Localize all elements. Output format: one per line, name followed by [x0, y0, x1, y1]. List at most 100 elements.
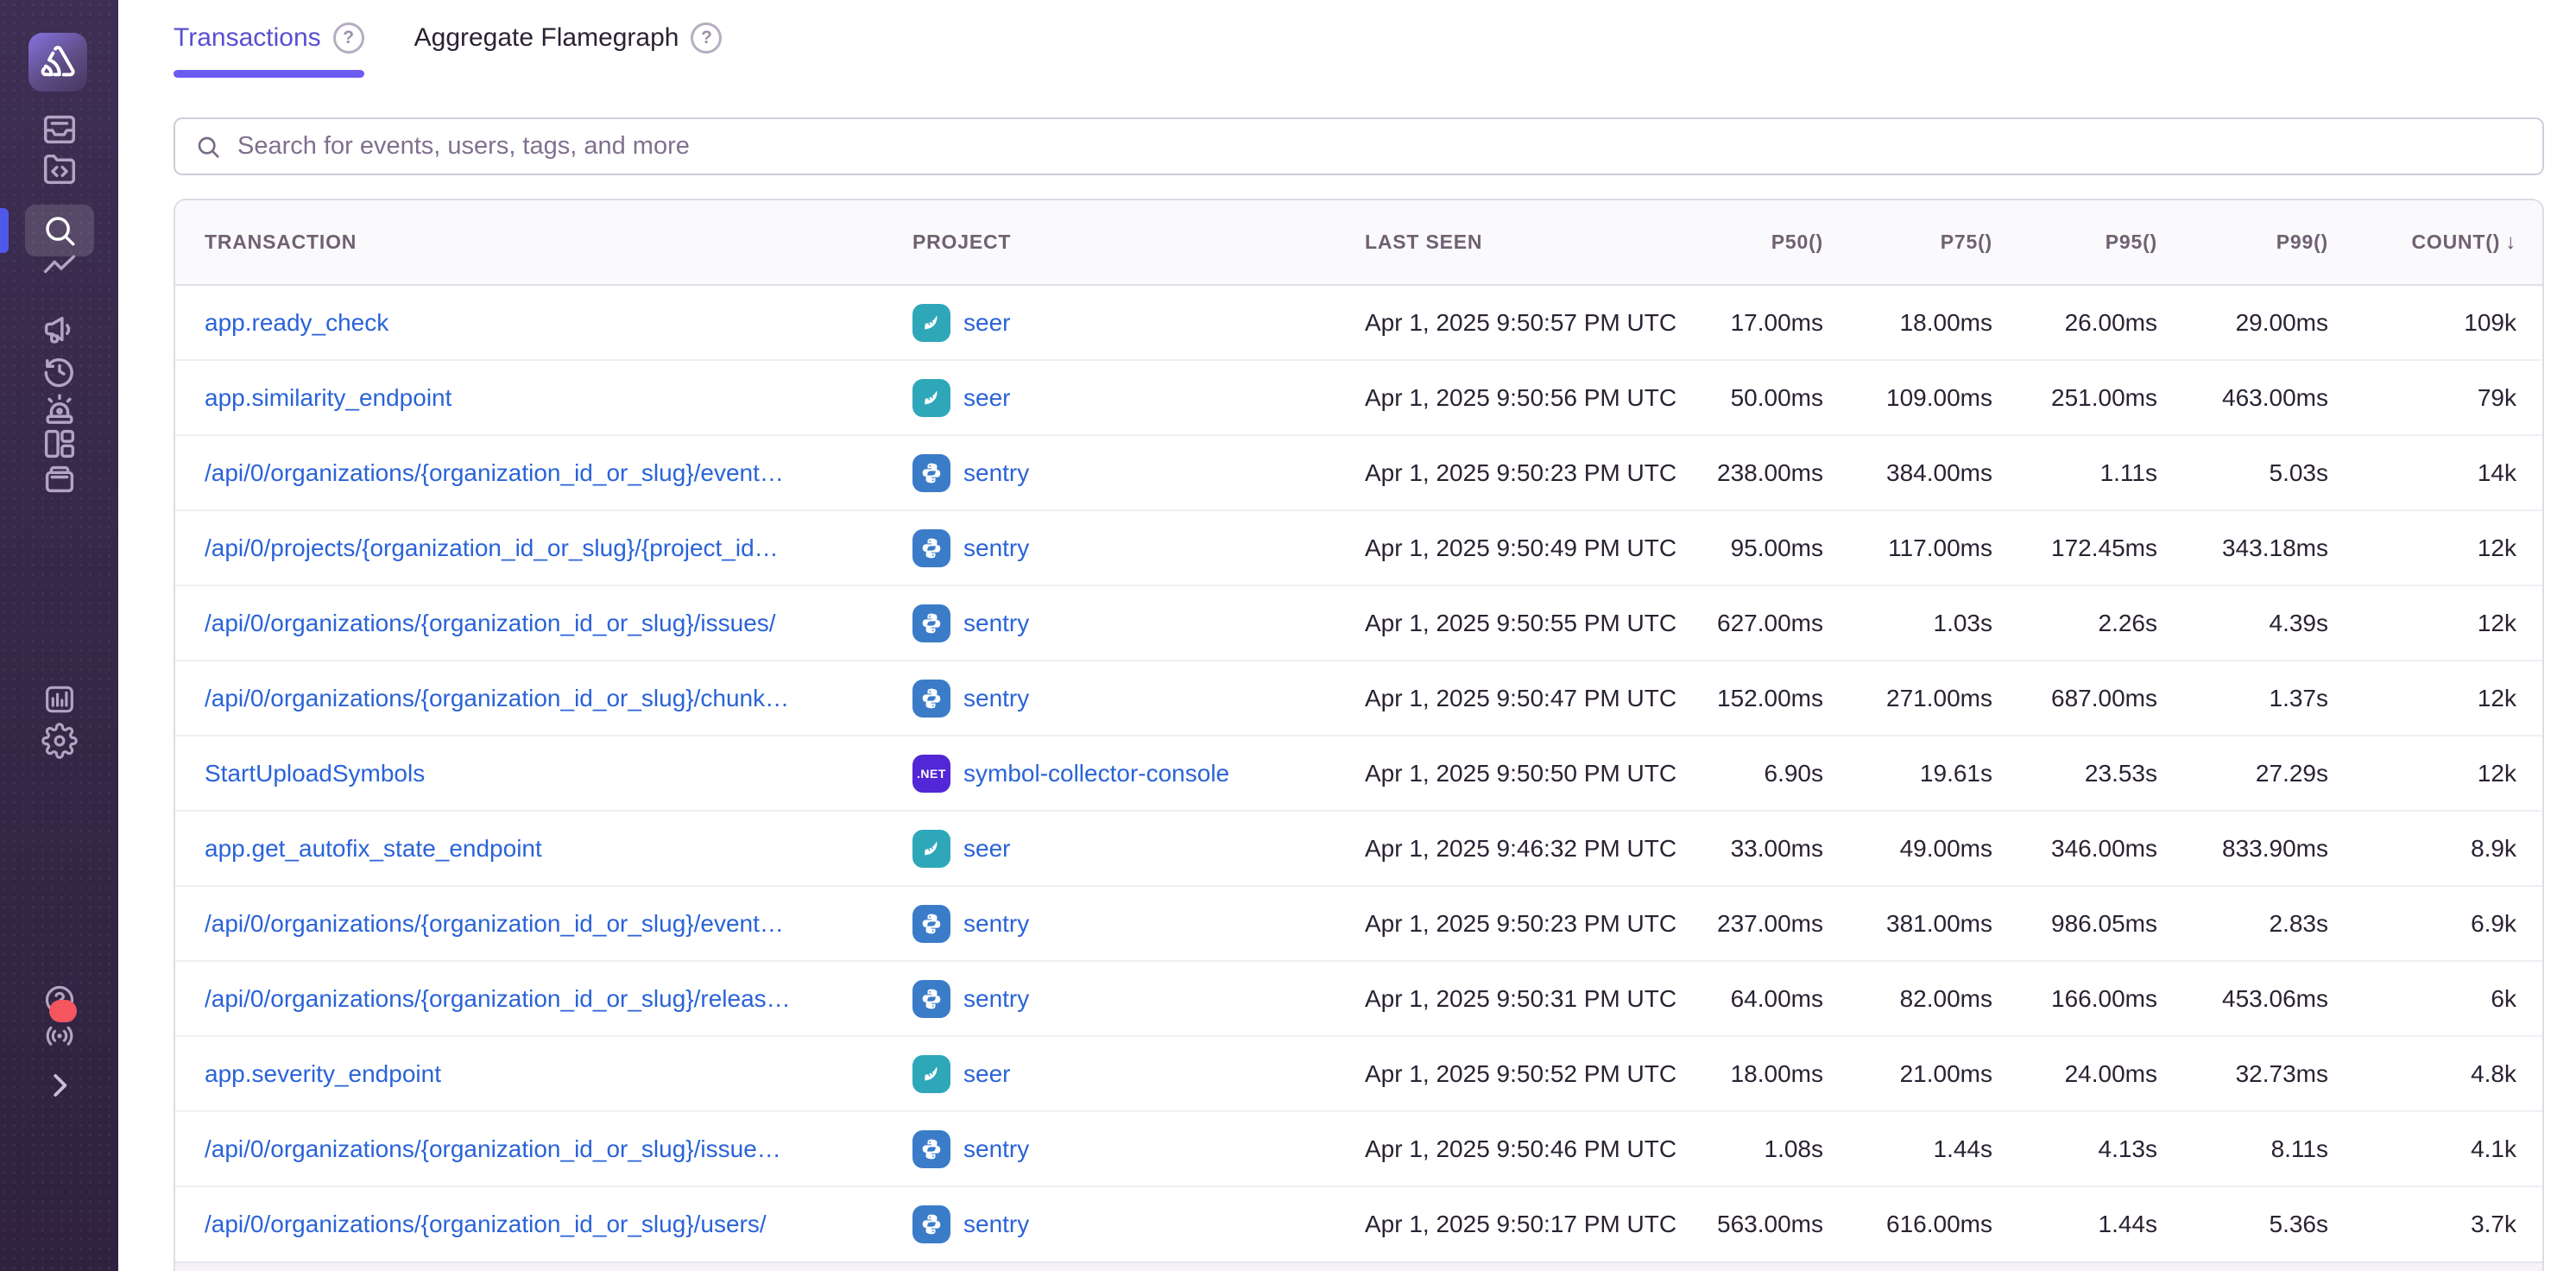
- transaction-link[interactable]: app.severity_endpoint: [205, 1060, 441, 1087]
- sidebar-item-explore[interactable]: [0, 143, 118, 195]
- project-link[interactable]: seer: [963, 1060, 1010, 1088]
- table-row: app.severity_endpoint seer Apr 1, 2025 9…: [175, 1036, 2542, 1111]
- count-cell: 14k: [2354, 435, 2542, 510]
- p99-cell: 833.90ms: [2183, 811, 2354, 886]
- tab-bar: Transactions ? Aggregate Flamegraph ?: [174, 22, 722, 78]
- python-project-icon: [912, 1130, 950, 1168]
- sentry-logo-icon[interactable]: [28, 33, 87, 92]
- transaction-cell: app.similarity_endpoint: [175, 360, 883, 435]
- tab-transactions[interactable]: Transactions ?: [174, 22, 364, 78]
- transaction-link[interactable]: /api/0/organizations/{organization_id_or…: [205, 1135, 781, 1162]
- p99-cell: 5.03s: [2183, 435, 2354, 510]
- table-header-row: TRANSACTIONPROJECTLAST SEENP50()P75()P95…: [175, 200, 2542, 285]
- python-project-icon: [912, 680, 950, 718]
- column-header-p75[interactable]: P75(): [1849, 200, 2018, 285]
- project-link[interactable]: sentry: [963, 685, 1029, 712]
- project-link[interactable]: sentry: [963, 610, 1029, 637]
- sidebar-item-settings[interactable]: [0, 715, 118, 767]
- transaction-link[interactable]: app.similarity_endpoint: [205, 384, 451, 411]
- p75-cell: 384.00ms: [1849, 435, 2018, 510]
- python-project-icon: [912, 604, 950, 642]
- seer-project-icon: [912, 830, 950, 868]
- transaction-link[interactable]: StartUploadSymbols: [205, 760, 425, 787]
- last-seen-cell: Apr 1, 2025 9:50:23 PM UTC: [1335, 886, 1694, 961]
- p99-cell: 343.18ms: [2183, 510, 2354, 585]
- project-cell: .NET symbol-collector-console: [883, 736, 1335, 811]
- p99-cell: 1.37s: [2183, 661, 2354, 736]
- sidebar-item-metrics[interactable]: [0, 243, 118, 294]
- search-bar: [174, 117, 2544, 175]
- count-cell: 6k: [2354, 961, 2542, 1036]
- sidebar-item-releases[interactable]: [0, 452, 118, 504]
- project-link[interactable]: sentry: [963, 985, 1029, 1013]
- p99-cell: 5.36s: [2183, 1186, 2354, 1262]
- table-row: app.get_autofix_state_endpoint seer Apr …: [175, 811, 2542, 886]
- transaction-cell: /api/0/organizations/{organization_id_or…: [175, 585, 883, 661]
- transaction-link[interactable]: /api/0/organizations/{organization_id_or…: [205, 985, 791, 1012]
- project-link[interactable]: seer: [963, 835, 1010, 863]
- project-cell: sentry: [883, 585, 1335, 661]
- tab-aggregate-flamegraph[interactable]: Aggregate Flamegraph ?: [414, 22, 723, 78]
- p50-cell: 64.00ms: [1694, 961, 1849, 1036]
- count-cell: 12k: [2354, 661, 2542, 736]
- project-link[interactable]: sentry: [963, 1135, 1029, 1163]
- column-header-p50[interactable]: P50(): [1694, 200, 1849, 285]
- project-link[interactable]: sentry: [963, 534, 1029, 562]
- sidebar-item-whats-new[interactable]: [0, 1009, 118, 1060]
- table-row: /api/0/organizations/{organization_id_or…: [175, 886, 2542, 961]
- project-link[interactable]: seer: [963, 384, 1010, 412]
- help-circle-icon[interactable]: ?: [333, 22, 364, 54]
- column-header-count[interactable]: COUNT()↓: [2354, 200, 2542, 285]
- column-header-p95[interactable]: P95(): [2018, 200, 2183, 285]
- transaction-link[interactable]: /api/0/organizations/{organization_id_or…: [205, 610, 776, 636]
- p75-cell: 381.00ms: [1849, 886, 2018, 961]
- transaction-link[interactable]: /api/0/projects/{organization_id_or_slug…: [205, 534, 779, 561]
- python-project-icon: [912, 529, 950, 567]
- p75-cell: 18.00ms: [1849, 285, 2018, 360]
- count-cell: 79k: [2354, 360, 2542, 435]
- transaction-link[interactable]: app.ready_check: [205, 309, 388, 336]
- p95-cell: 26.00ms: [2018, 285, 2183, 360]
- p75-cell: 271.00ms: [1849, 661, 2018, 736]
- transaction-link[interactable]: /api/0/organizations/{organization_id_or…: [205, 459, 784, 486]
- p75-cell: 117.00ms: [1849, 510, 2018, 585]
- last-seen-cell: Apr 1, 2025 9:50:31 PM UTC: [1335, 961, 1694, 1036]
- project-link[interactable]: seer: [963, 309, 1010, 337]
- column-header-last-seen[interactable]: LAST SEEN: [1335, 200, 1694, 285]
- last-seen-cell: Apr 1, 2025 9:50:17 PM UTC: [1335, 1186, 1694, 1262]
- notification-badge: [49, 1000, 77, 1022]
- project-link[interactable]: sentry: [963, 910, 1029, 938]
- count-cell: 12k: [2354, 736, 2542, 811]
- column-header-p99[interactable]: P99(): [2183, 200, 2354, 285]
- dotnet-project-icon: .NET: [912, 755, 950, 793]
- column-header-project[interactable]: PROJECT: [883, 200, 1335, 285]
- python-project-icon: [912, 905, 950, 943]
- p50-cell: 95.00ms: [1694, 510, 1849, 585]
- project-link[interactable]: sentry: [963, 459, 1029, 487]
- last-seen-cell: Apr 1, 2025 9:50:47 PM UTC: [1335, 661, 1694, 736]
- transaction-link[interactable]: /api/0/organizations/{organization_id_or…: [205, 685, 789, 711]
- count-cell: 12k: [2354, 585, 2542, 661]
- column-header-transaction[interactable]: TRANSACTION: [175, 200, 883, 285]
- project-link[interactable]: symbol-collector-console: [963, 760, 1229, 787]
- help-circle-icon[interactable]: ?: [691, 22, 722, 54]
- sidebar-expand-button[interactable]: [0, 1069, 118, 1102]
- tab-transactions-label: Transactions: [174, 23, 321, 53]
- last-seen-cell: Apr 1, 2025 9:50:57 PM UTC: [1335, 285, 1694, 360]
- table-row: /api/0/organizations/{organization_id_or…: [175, 661, 2542, 736]
- table-row: /api/0/organizations/{organization_id_or…: [175, 435, 2542, 510]
- p95-cell: 346.00ms: [2018, 811, 2183, 886]
- project-link[interactable]: sentry: [963, 1211, 1029, 1238]
- transaction-link[interactable]: /api/0/organizations/{organization_id_or…: [205, 1211, 767, 1237]
- p99-cell: 8.11s: [2183, 1111, 2354, 1186]
- count-cell: 4.8k: [2354, 1036, 2542, 1111]
- count-cell: 4.1k: [2354, 1111, 2542, 1186]
- transaction-link[interactable]: /api/0/organizations/{organization_id_or…: [205, 910, 784, 937]
- last-seen-cell: Apr 1, 2025 9:46:32 PM UTC: [1335, 811, 1694, 886]
- search-input[interactable]: [236, 131, 2523, 161]
- count-cell: 6.9k: [2354, 886, 2542, 961]
- table-row: /api/0/projects/{organization_id_or_slug…: [175, 510, 2542, 585]
- transaction-cell: /api/0/organizations/{organization_id_or…: [175, 961, 883, 1036]
- count-cell: 109k: [2354, 285, 2542, 360]
- transaction-link[interactable]: app.get_autofix_state_endpoint: [205, 835, 542, 862]
